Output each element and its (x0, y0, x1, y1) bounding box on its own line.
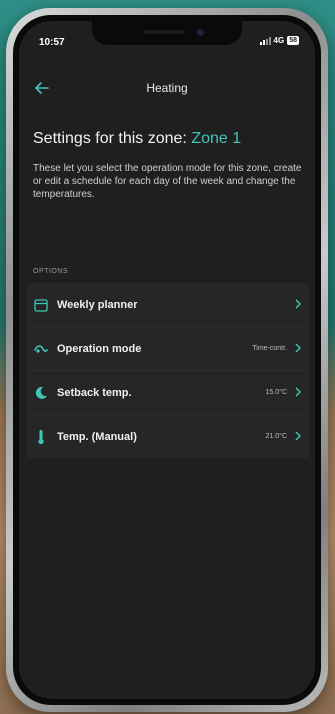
app-screen: 10:57 4G 58 Heating Settings for this zo… (19, 21, 315, 699)
option-label: Weekly planner (57, 298, 138, 311)
option-label: Setback temp. (57, 386, 132, 399)
moon-icon (35, 386, 47, 399)
option-label: Temp. (Manual) (57, 430, 137, 443)
option-weekly-planner[interactable]: Weekly planner (27, 283, 309, 327)
status-indicators: 4G 58 (259, 36, 299, 45)
option-label: Operation mode (57, 342, 142, 355)
zone-heading: Settings for this zone: Zone 1 (33, 130, 313, 148)
phone-frame: 10:57 4G 58 Heating Settings for this zo… (6, 8, 328, 712)
chevron-right-icon (295, 299, 301, 309)
mode-icon (34, 345, 48, 353)
chevron-right-icon (295, 343, 301, 353)
signal-icon (259, 36, 271, 45)
camera-icon (197, 29, 204, 36)
zone-description: These let you select the operation mode … (33, 163, 302, 200)
thermometer-icon (38, 430, 44, 445)
phone-bezel: 10:57 4G 58 Heating Settings for this zo… (13, 15, 321, 705)
speaker (144, 30, 184, 34)
chevron-right-icon (295, 387, 301, 397)
options-list: Weekly planner Operation mode Time-contr… (27, 283, 309, 458)
section-label-options: OPTIONS (33, 268, 69, 275)
option-value: Time-contr. (252, 345, 287, 352)
page-title: Heating (146, 81, 188, 95)
network-label: 4G (273, 36, 285, 45)
zone-name: Zone 1 (191, 130, 242, 147)
option-setback-temp[interactable]: Setback temp. 15.0°C (27, 371, 309, 415)
notch (92, 21, 242, 45)
calendar-icon (34, 299, 48, 312)
battery-icon: 58 (287, 36, 299, 45)
status-time: 10:57 (39, 37, 65, 48)
option-value: 21.0°C (265, 433, 287, 440)
chevron-right-icon (295, 431, 301, 441)
option-temp-manual[interactable]: Temp. (Manual) 21.0°C (27, 415, 309, 458)
option-operation-mode[interactable]: Operation mode Time-contr. (27, 327, 309, 371)
zone-heading-prefix: Settings for this zone: (33, 130, 192, 147)
option-value: 15.0°C (265, 389, 287, 396)
